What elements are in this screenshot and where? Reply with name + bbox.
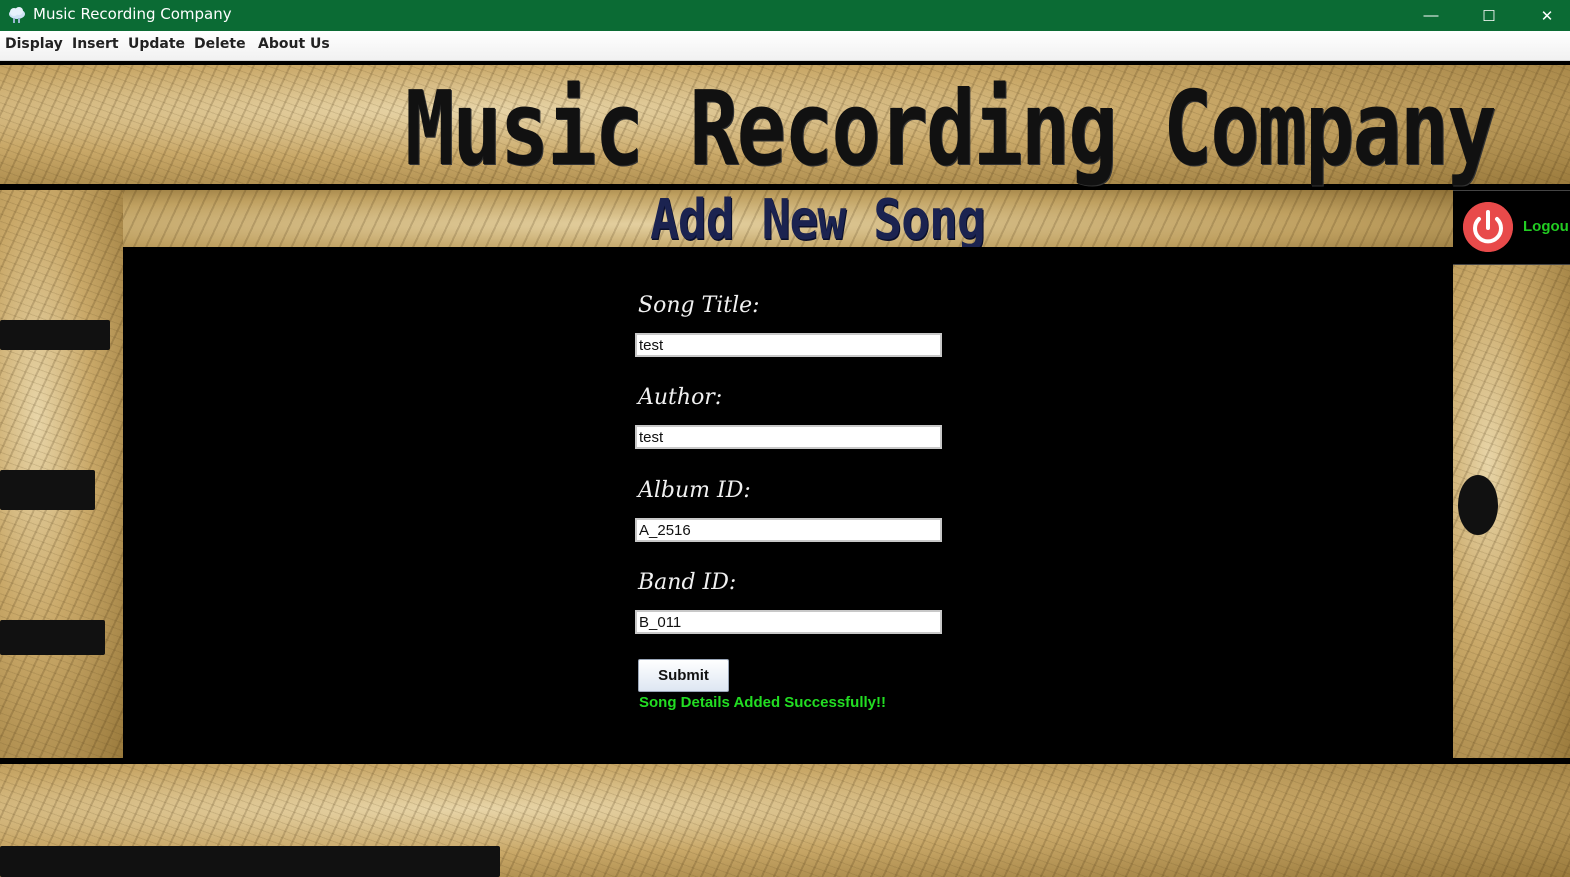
album-id-label: Album ID: [638, 478, 751, 503]
menu-delete[interactable]: Delete [194, 36, 246, 52]
menu-display[interactable]: Display [5, 36, 63, 52]
status-message: Song Details Added Successfully!! [639, 694, 886, 711]
page-title: Add New Song [650, 188, 986, 253]
menu-bar: Display Insert Update Delete About Us [0, 31, 1570, 61]
album-id-input[interactable] [635, 518, 942, 542]
left-background [0, 190, 123, 758]
app-title: Music Recording Company [405, 70, 1496, 189]
right-background [1453, 265, 1570, 758]
author-label: Author: [638, 385, 723, 410]
song-title-label: Song Title: [638, 293, 760, 318]
close-button[interactable]: ✕ [1524, 0, 1570, 31]
menu-update[interactable]: Update [128, 36, 185, 52]
app-cloud-icon [9, 7, 25, 23]
footer-background [0, 764, 1570, 877]
submit-button[interactable]: Submit [638, 659, 729, 692]
song-title-input[interactable] [635, 333, 942, 357]
maximize-button[interactable]: ☐ [1466, 0, 1512, 31]
logout-label[interactable]: Logou [1523, 218, 1569, 235]
minimize-button[interactable]: — [1408, 0, 1454, 31]
header-top-border [0, 61, 1570, 65]
menu-about-us[interactable]: About Us [258, 36, 330, 52]
window-titlebar: Music Recording Company — ☐ ✕ [0, 0, 1570, 31]
form-panel [123, 247, 1453, 758]
band-id-label: Band ID: [638, 570, 737, 595]
author-input[interactable] [635, 425, 942, 449]
window-title: Music Recording Company [33, 5, 232, 23]
band-id-input[interactable] [635, 610, 942, 634]
power-icon[interactable] [1463, 202, 1513, 252]
menu-insert[interactable]: Insert [72, 36, 119, 52]
